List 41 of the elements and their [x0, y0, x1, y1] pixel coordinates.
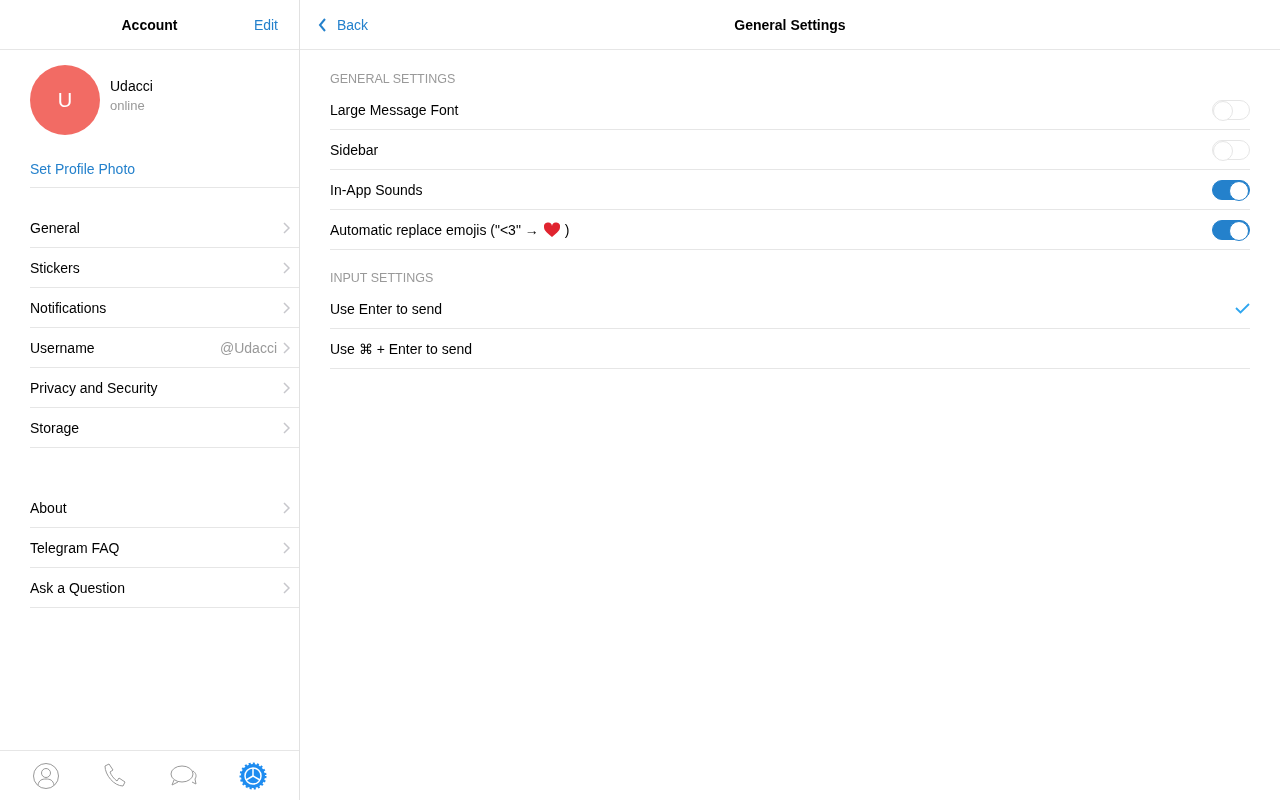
heart-icon [542, 221, 561, 238]
menu-item[interactable]: Storage [30, 408, 299, 448]
setting-label: In-App Sounds [330, 181, 423, 198]
menu-item[interactable]: Stickers [30, 248, 299, 288]
menu-item[interactable]: General [30, 208, 299, 248]
setting-label: Automatic replace emojis ("<3" → [330, 221, 539, 238]
toggle-switch[interactable] [1212, 219, 1250, 240]
setting-label: Large Message Font [330, 101, 459, 118]
section-title: INPUT SETTINGS [330, 271, 435, 287]
chevron-icon [283, 341, 290, 354]
chevron-icon [283, 581, 290, 594]
setting-label: Use ⌘ + Enter to send [330, 340, 473, 357]
back-button[interactable]: Back [318, 16, 369, 33]
profile-name: Udacci [110, 77, 153, 94]
menu-item[interactable]: Privacy and Security [30, 368, 299, 408]
chevron-icon [283, 221, 290, 234]
contacts-tab[interactable] [32, 761, 61, 790]
settings-tab[interactable] [238, 761, 267, 790]
menu-item[interactable]: Username @Udacci [30, 328, 299, 368]
avatar: U [30, 65, 100, 135]
chevron-icon [318, 17, 327, 32]
page-title: General Settings [734, 16, 846, 33]
chevron-icon [283, 421, 290, 434]
chevron-icon [283, 301, 290, 314]
chevron-icon [283, 541, 290, 554]
section-title: GENERAL SETTINGS [330, 72, 457, 88]
set-profile-photo-link[interactable]: Set Profile Photo [30, 161, 136, 177]
profile-status: online [110, 97, 146, 113]
chevron-icon [283, 261, 290, 274]
setting-label: ) [564, 221, 570, 238]
menu-item[interactable]: Notifications [30, 288, 299, 328]
chevron-icon [283, 501, 290, 514]
setting-label: Use Enter to send [330, 300, 443, 317]
menu-item[interactable]: About [30, 488, 299, 528]
sidebar-title: Account [121, 16, 178, 33]
edit-link[interactable]: Edit [253, 16, 278, 33]
chevron-icon [283, 381, 290, 394]
toggle-switch[interactable] [1212, 179, 1250, 200]
setting-label: Sidebar [330, 141, 379, 158]
menu-item[interactable]: Ask a Question [30, 568, 299, 608]
menu-item[interactable]: Telegram FAQ [30, 528, 299, 568]
